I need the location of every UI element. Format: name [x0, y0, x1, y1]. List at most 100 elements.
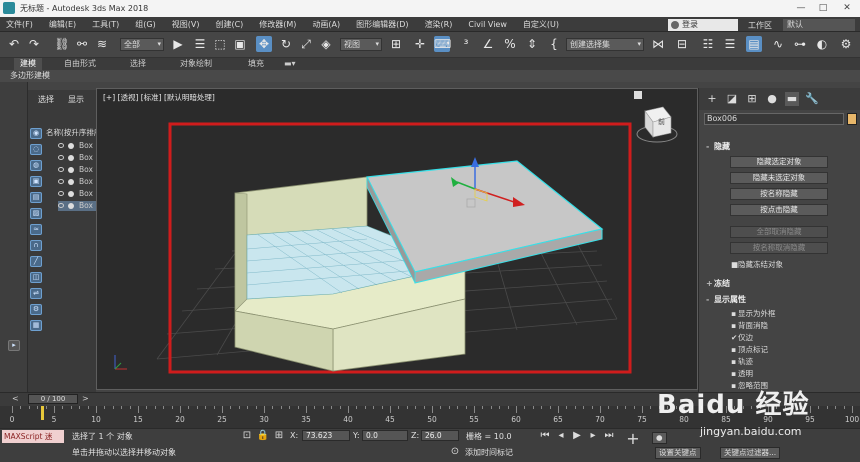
select-rotate-icon[interactable]: ↻	[278, 36, 294, 52]
time-slider-prev-icon[interactable]: <	[12, 394, 19, 403]
z-coord-field[interactable]: 26.0	[421, 430, 459, 441]
auto-key-button[interactable]: ●	[652, 432, 667, 444]
time-tag-icon[interactable]: ⊙	[448, 445, 462, 459]
display-prop-checkbox[interactable]: ▪ 显示为外框	[731, 308, 776, 319]
menu-item[interactable]: 自定义(U)	[523, 19, 559, 30]
menu-item[interactable]: 文件(F)	[6, 19, 33, 30]
freeze-dot-icon[interactable]	[68, 143, 74, 149]
isolate-selection-icon[interactable]: ⊡	[240, 429, 254, 443]
visibility-eye-icon[interactable]	[58, 203, 64, 208]
select-manipulate-icon[interactable]: ✛	[412, 36, 428, 52]
motion-tab-icon[interactable]: ●	[765, 92, 779, 106]
unlink-icon[interactable]: ⚯	[74, 36, 90, 52]
window-crossing-icon[interactable]: ▣	[232, 36, 248, 52]
goto-end-icon[interactable]: ⏭	[602, 429, 616, 443]
login-button[interactable]: 登录	[668, 19, 738, 31]
display-prop-checkbox[interactable]: ▪ 轨迹	[731, 356, 753, 367]
maxscript-listener[interactable]: MAXScript 迷	[2, 430, 64, 443]
filter-frozen-icon[interactable]: ⚙	[30, 304, 42, 315]
select-move-icon[interactable]: ✥	[256, 36, 272, 52]
viewport-label[interactable]: [+] [透视] [标准] [默认明暗处理]	[103, 92, 215, 103]
close-button[interactable]: ✕	[836, 1, 858, 15]
freeze-rollout-header[interactable]: +冻结	[706, 278, 730, 289]
scene-row[interactable]: Box	[58, 177, 96, 187]
menu-item[interactable]: 图形编辑器(D)	[356, 19, 408, 30]
edit-named-selection-icon[interactable]: {	[546, 36, 562, 52]
filter-hidden-icon[interactable]: ▦	[30, 320, 42, 331]
ribbon-tab-modeling[interactable]: 建模	[14, 58, 42, 70]
viewport-maximize-icon[interactable]	[634, 91, 642, 99]
unhide-all-button[interactable]: 全部取消隐藏	[730, 226, 828, 238]
unhide-by-name-button[interactable]: 按名称取消隐藏	[730, 242, 828, 254]
scene-row[interactable]: Box	[58, 189, 96, 199]
display-prop-checkbox[interactable]: ▪ 背面消隐	[731, 320, 768, 331]
freeze-dot-icon[interactable]	[68, 203, 74, 209]
prev-frame-icon[interactable]: ◂	[554, 429, 568, 443]
object-color-swatch[interactable]	[847, 113, 857, 125]
scene-row[interactable]: Box	[58, 153, 96, 163]
filter-containers-icon[interactable]: ⇌	[30, 288, 42, 299]
ribbon-options-icon[interactable]: ▬▾	[284, 58, 296, 70]
selection-filter-select[interactable]: 全部	[120, 38, 164, 51]
snap-toggle-icon[interactable]: ³	[458, 36, 474, 52]
visibility-eye-icon[interactable]	[58, 155, 64, 160]
bind-spacewarp-icon[interactable]: ≋	[94, 36, 110, 52]
visibility-eye-icon[interactable]	[58, 179, 64, 184]
link-icon[interactable]: ⛓	[54, 36, 70, 52]
scene-explorer-icon[interactable]: ☷	[700, 36, 716, 52]
menu-item[interactable]: 动画(A)	[312, 19, 340, 30]
freeze-dot-icon[interactable]	[68, 155, 74, 161]
play-icon[interactable]: ▶	[570, 429, 584, 443]
mirror-icon[interactable]: ⋈	[650, 36, 666, 52]
perspective-viewport[interactable]: [+] [透视] [标准] [默认明暗处理] 前	[96, 88, 698, 390]
layer-explorer-icon[interactable]: ☰	[722, 36, 738, 52]
visibility-eye-icon[interactable]	[58, 191, 64, 196]
scene-row[interactable]: Box	[58, 165, 96, 175]
menu-item[interactable]: 视图(V)	[172, 19, 200, 30]
hide-unselected-button[interactable]: 隐藏未选定对象	[730, 172, 828, 184]
add-time-tag[interactable]: 添加时间标记	[465, 447, 513, 458]
select-by-name-icon[interactable]: ☰	[192, 36, 208, 52]
hide-frozen-checkbox[interactable]: ■隐藏冻结对象	[731, 259, 783, 270]
ribbon-tab-freeform[interactable]: 自由形式	[64, 58, 96, 70]
display-prop-checkbox[interactable]: ✔仅边	[731, 332, 753, 343]
hide-by-name-button[interactable]: 按名称隐藏	[730, 188, 828, 200]
minimize-button[interactable]: —	[790, 1, 812, 15]
scene-row[interactable]: Box	[58, 141, 96, 151]
display-prop-checkbox[interactable]: ▪ 顶点标记	[731, 344, 768, 355]
named-selection-set-select[interactable]: 创建选择集	[566, 38, 644, 51]
reference-coord-select[interactable]: 视图	[340, 38, 382, 51]
freeze-dot-icon[interactable]	[68, 179, 74, 185]
rect-selection-icon[interactable]: ⬚	[212, 36, 228, 52]
ribbon-tab-object-paint[interactable]: 对象绘制	[180, 58, 212, 70]
hide-by-hit-button[interactable]: 按点击隐藏	[730, 204, 828, 216]
freeze-dot-icon[interactable]	[68, 191, 74, 197]
scene-row-selected[interactable]: Box	[58, 201, 96, 211]
redo-icon[interactable]: ↷	[26, 36, 42, 52]
select-scale-icon[interactable]: ⤢	[298, 36, 314, 52]
visibility-eye-icon[interactable]	[58, 167, 64, 172]
ribbon-tab-selection[interactable]: 选择	[130, 58, 146, 70]
ribbon-tab-populate[interactable]: 填充	[248, 58, 264, 70]
filter-geometry-icon[interactable]: ◌	[30, 144, 42, 155]
filter-shapes-icon[interactable]: ◍	[30, 160, 42, 171]
filter-spacewarps-icon[interactable]: ≈	[30, 224, 42, 235]
filter-bones-icon[interactable]: ◫	[30, 272, 42, 283]
set-key-plus-icon[interactable]: +	[626, 431, 640, 447]
time-slider-next-icon[interactable]: >	[82, 394, 89, 403]
selection-lock-icon[interactable]: 🔒	[256, 429, 270, 443]
ribbon-subtitle[interactable]: 多边形建模	[0, 70, 860, 82]
key-filters-button[interactable]: 关键点过滤器...	[720, 447, 781, 459]
curve-editor-icon[interactable]: ∿	[770, 36, 786, 52]
menu-item[interactable]: Civil View	[468, 20, 507, 29]
x-coord-field[interactable]: 73.623	[302, 430, 350, 441]
scene-tab-select[interactable]: 选择	[38, 94, 54, 105]
select-object-icon[interactable]: ▶	[170, 36, 186, 52]
menu-item[interactable]: 渲染(R)	[425, 19, 453, 30]
filter-lights-icon[interactable]: ▣	[30, 176, 42, 187]
filter-xrefs-icon[interactable]: ╱	[30, 256, 42, 267]
angle-snap-icon[interactable]: ∠	[480, 36, 496, 52]
hierarchy-tab-icon[interactable]: ⊞	[745, 92, 759, 106]
view-cube[interactable]	[636, 106, 678, 143]
menu-item[interactable]: 创建(C)	[215, 19, 243, 30]
